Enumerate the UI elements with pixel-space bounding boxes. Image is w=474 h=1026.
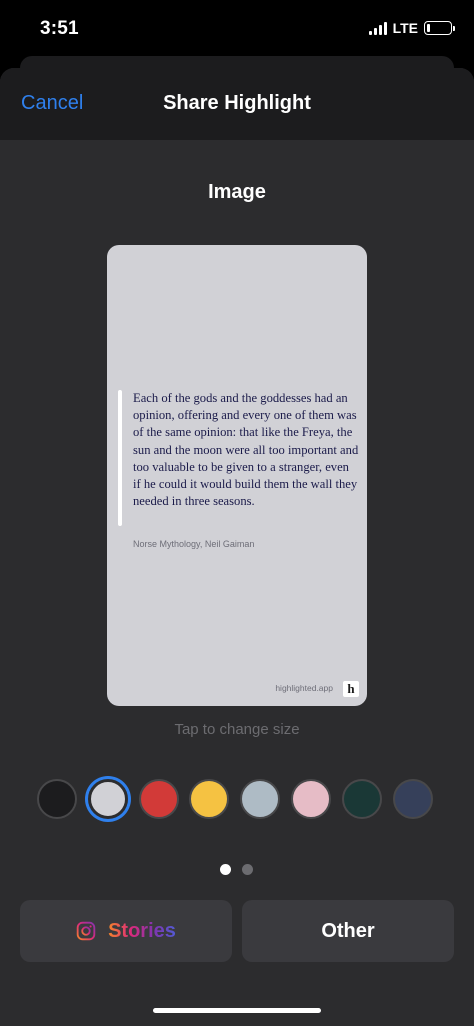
stories-label: Stories <box>108 919 176 942</box>
color-swatch-yellow[interactable] <box>189 779 230 819</box>
page-dot[interactable] <box>220 864 231 875</box>
battery-icon <box>424 21 455 35</box>
battery-level <box>427 24 431 32</box>
color-swatch-red[interactable] <box>138 779 179 819</box>
stories-button[interactable]: Stories <box>20 900 232 962</box>
instagram-icon <box>76 921 96 941</box>
page-dot[interactable] <box>242 864 253 875</box>
nav-title: Share Highlight <box>163 92 311 114</box>
quote-bar <box>118 390 122 526</box>
color-swatch-pink[interactable] <box>291 779 331 819</box>
signal-icon <box>368 21 387 35</box>
section-title: Image <box>208 181 266 203</box>
color-swatch-blue-gray[interactable] <box>240 779 281 819</box>
highlighted-logo-icon: h <box>343 681 359 697</box>
quote-text: Each of the gods and the goddesses had a… <box>133 391 359 509</box>
other-label: Other <box>321 919 375 942</box>
status-bar: 3:51 LTE <box>0 0 474 58</box>
watermark-text: highlighted.app <box>275 683 333 693</box>
home-indicator[interactable] <box>153 1008 321 1013</box>
other-button[interactable]: Other <box>242 900 454 962</box>
quote-source: Norse Mythology, Neil Gaiman <box>133 539 255 549</box>
status-indicators: LTE <box>368 20 455 36</box>
status-time: 3:51 <box>40 18 79 39</box>
color-swatch-dark-teal[interactable] <box>341 779 382 819</box>
color-swatch-black[interactable] <box>37 779 77 819</box>
page-indicator[interactable] <box>220 864 260 876</box>
color-swatch-light-gray[interactable] <box>87 779 128 819</box>
color-swatch-navy[interactable] <box>392 779 433 819</box>
size-hint: Tap to change size <box>174 721 300 738</box>
highlight-preview-card[interactable]: Each of the gods and the goddesses had a… <box>107 245 367 706</box>
nav-bar: Cancel Share Highlight <box>0 68 474 140</box>
share-sheet: Cancel Share Highlight Image Each of the… <box>0 68 474 1026</box>
color-swatches <box>37 779 437 819</box>
network-type: LTE <box>392 20 418 36</box>
